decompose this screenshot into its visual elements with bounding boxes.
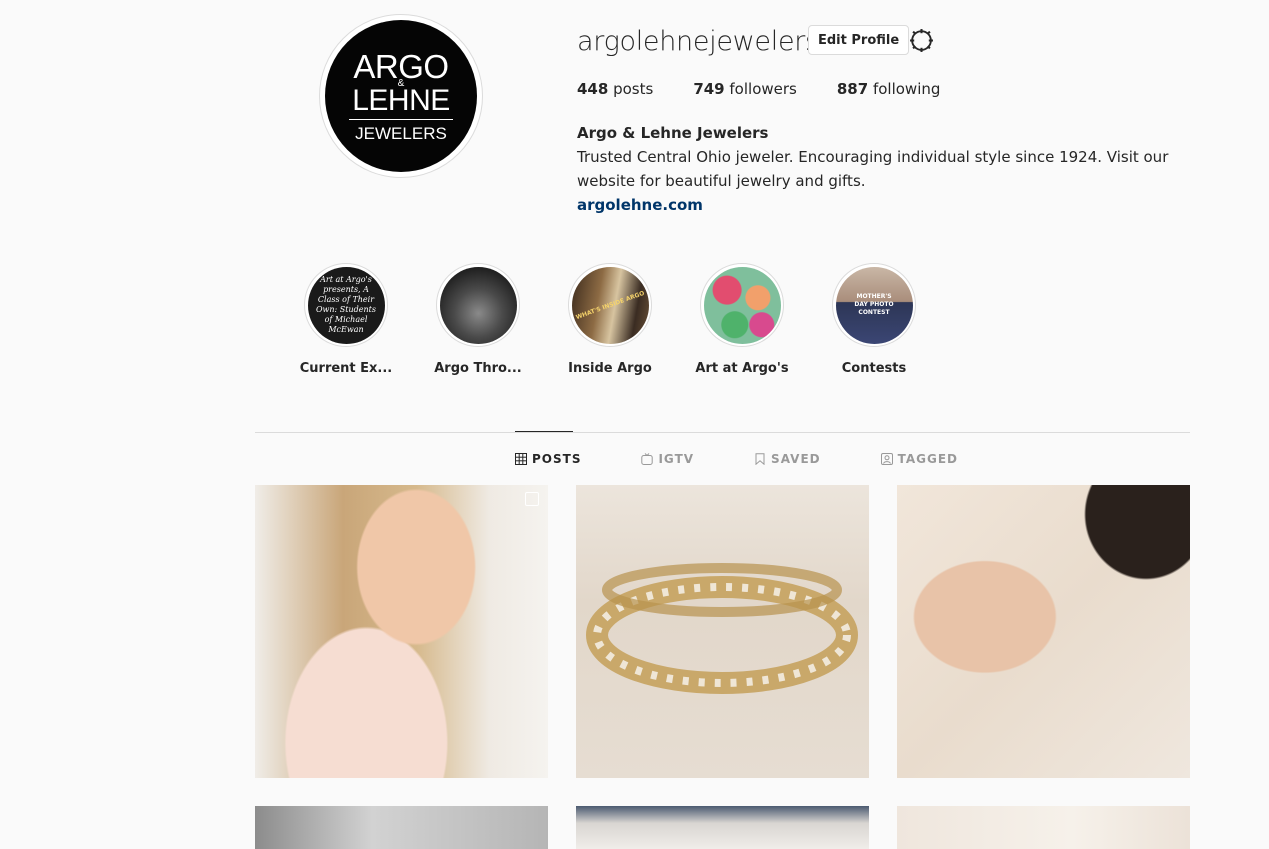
tab-saved[interactable]: SAVED <box>754 452 821 466</box>
highlight-label: Art at Argo's <box>695 361 789 376</box>
tabs-divider <box>255 432 1190 433</box>
tab-posts[interactable]: POSTS <box>515 452 581 466</box>
highlight-cover-ring: Art at Argo's presents, A Class of Their… <box>304 263 388 347</box>
tab-tagged[interactable]: TAGGED <box>880 452 958 466</box>
bracelet-image <box>586 563 858 694</box>
profile-avatar[interactable]: ARGO & LEHNE JEWELERS <box>319 14 483 178</box>
multiple-photos-icon <box>525 492 539 506</box>
highlight-art-at-argos[interactable]: Art at Argo's <box>676 263 808 376</box>
highlight-cover: Art at Argo's presents, A Class of Their… <box>307 266 385 344</box>
post-thumbnail-pearl-bracelet[interactable] <box>576 485 869 778</box>
highlight-cover-ring: WHAT'S INSIDE ARGO <box>568 263 652 347</box>
post-thumbnail-6[interactable] <box>897 806 1190 849</box>
highlight-cover-ring: MOTHER'S DAY PHOTO CONTEST <box>832 263 916 347</box>
highlight-argo-through[interactable]: Argo Thro... <box>412 263 544 376</box>
avatar-logo: ARGO & LEHNE JEWELERS <box>325 20 477 172</box>
profile-full-name: Argo & Lehne Jewelers <box>577 124 769 142</box>
active-tab-indicator <box>515 431 573 432</box>
brand-logo: ARGO & LEHNE JEWELERS <box>349 50 453 142</box>
igtv-icon <box>641 453 654 465</box>
website-link[interactable]: argolehne.com <box>577 193 1197 217</box>
highlight-contests[interactable]: MOTHER'S DAY PHOTO CONTEST Contests <box>808 263 940 376</box>
highlight-current-exhibit[interactable]: Art at Argo's presents, A Class of Their… <box>280 263 412 376</box>
post-thumbnail-5[interactable] <box>576 806 869 849</box>
highlight-label: Current Ex... <box>299 361 393 376</box>
highlight-cover: WHAT'S INSIDE ARGO <box>571 266 649 344</box>
post-thumbnail-earring-model[interactable] <box>255 485 548 778</box>
story-highlights: Art at Argo's presents, A Class of Their… <box>280 263 940 376</box>
profile-stats: 448 posts 749 followers 887 following <box>577 80 980 98</box>
highlight-cover: MOTHER'S DAY PHOTO CONTEST <box>835 266 913 344</box>
highlight-label: Argo Thro... <box>434 361 522 376</box>
highlight-cover-ring <box>436 263 520 347</box>
followers-stat[interactable]: 749 followers <box>693 80 797 98</box>
profile-tabs: POSTS IGTV SAVED TAGGED <box>515 452 1018 466</box>
highlight-cover <box>439 266 517 344</box>
highlight-label: Contests <box>841 361 907 376</box>
edit-profile-button[interactable]: Edit Profile <box>808 25 910 55</box>
profile-username: argolehnejewelers <box>577 26 819 57</box>
post-thumbnail-4[interactable] <box>255 806 548 849</box>
settings-gear-icon[interactable] <box>909 28 934 53</box>
tagged-icon <box>880 453 893 465</box>
grid-icon <box>515 453 527 465</box>
highlight-label: Inside Argo <box>568 361 652 376</box>
bookmark-icon <box>755 453 765 465</box>
post-thumbnail-cuff-bracelet[interactable] <box>897 485 1190 778</box>
highlight-cover <box>703 266 781 344</box>
profile-bio: Argo & Lehne Jewelers Trusted Central Oh… <box>577 121 1197 217</box>
bio-text: Trusted Central Ohio jeweler. Encouragin… <box>577 148 1169 190</box>
highlight-inside-argo[interactable]: WHAT'S INSIDE ARGO Inside Argo <box>544 263 676 376</box>
profile-page: ARGO & LEHNE JEWELERS argolehnejewelers … <box>0 0 1269 849</box>
highlight-cover-ring <box>700 263 784 347</box>
following-stat[interactable]: 887 following <box>837 80 941 98</box>
tab-igtv[interactable]: IGTV <box>641 452 694 466</box>
posts-stat: 448 posts <box>577 80 654 98</box>
